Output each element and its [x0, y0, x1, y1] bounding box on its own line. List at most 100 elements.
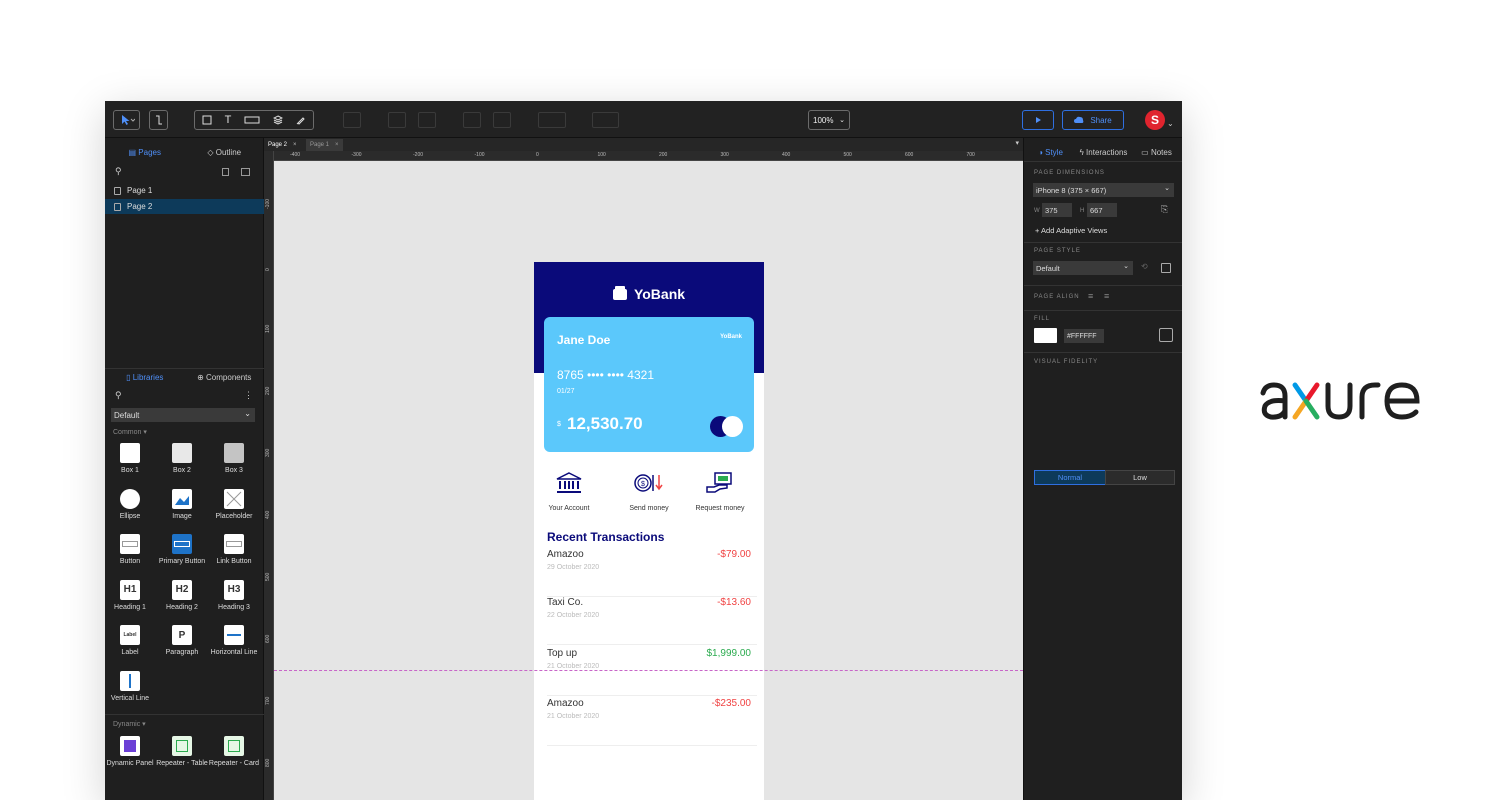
- ruler-tick-label: 200: [659, 152, 668, 158]
- align-icon[interactable]: [493, 112, 511, 128]
- tab-outline[interactable]: ◇ Outline: [185, 148, 265, 157]
- fill-color-swatch[interactable]: [1034, 328, 1057, 343]
- tab-interactions[interactable]: ϟ Interactions: [1077, 148, 1130, 157]
- canvas-area[interactable]: Page 2 × Page 1 × ▾ -400 -300 -200 -100 0 100…: [264, 138, 1023, 800]
- reset-style-icon[interactable]: ⟲: [1141, 262, 1148, 271]
- paragraph-icon: P: [172, 625, 192, 645]
- transaction-amount: $1,999.00: [706, 648, 752, 659]
- tab-style[interactable]: ◑ Style: [1024, 148, 1077, 157]
- dynamic-section-label[interactable]: Dynamic ▾: [113, 720, 146, 728]
- widget-link-button[interactable]: Link Button: [208, 534, 260, 574]
- insert-tools-group[interactable]: T: [194, 110, 314, 130]
- tab-page-1[interactable]: Page 1 ×: [306, 139, 343, 151]
- edit-style-icon[interactable]: [1161, 263, 1171, 273]
- your-account-action[interactable]: Your Account: [534, 472, 604, 512]
- close-icon[interactable]: ×: [335, 142, 339, 148]
- search-icon[interactable]: ⚲: [115, 390, 122, 401]
- ellipse-icon: [120, 488, 140, 509]
- ungroup-icon[interactable]: [418, 112, 436, 128]
- chevron-down-icon[interactable]: ⌄: [1167, 119, 1174, 128]
- fill-image-icon[interactable]: [1159, 328, 1173, 342]
- widget-heading-2[interactable]: H2 Heading 2: [156, 579, 208, 620]
- ruler-tick-label: 300: [265, 448, 271, 457]
- widget-repeater-table[interactable]: Repeater - Table: [156, 736, 208, 776]
- chevron-down-icon[interactable]: ▾: [1015, 139, 1019, 147]
- select-tool-button[interactable]: [113, 110, 140, 130]
- bank-card[interactable]: Jane Doe YoBank 8765 •••• •••• 4321 01/2…: [544, 317, 754, 452]
- align-left-icon[interactable]: ≡: [1088, 291, 1093, 301]
- align-center-icon[interactable]: ≡: [1104, 291, 1109, 301]
- tab-pages[interactable]: ▤ Pages: [105, 148, 185, 157]
- library-select[interactable]: Default ⌄: [111, 408, 255, 422]
- close-icon[interactable]: ×: [293, 142, 297, 148]
- transaction-row[interactable]: Top up 21 October 2020 $1,999.00: [547, 648, 757, 696]
- widget-vertical-line[interactable]: Vertical Line: [105, 670, 156, 711]
- tab-page-2[interactable]: Page 2 ×: [264, 139, 301, 151]
- widget-box-1[interactable]: Box 1: [105, 443, 156, 483]
- fill-label: FILL: [1034, 316, 1051, 322]
- group-icon[interactable]: [388, 112, 406, 128]
- common-section-label[interactable]: Common ▾: [113, 428, 147, 436]
- widget-dynamic-panel[interactable]: Dynamic Panel: [105, 736, 156, 776]
- distribute-icon[interactable]: [463, 112, 481, 128]
- add-page-icon[interactable]: [222, 168, 229, 176]
- more-options-icon[interactable]: ⋮: [244, 390, 253, 401]
- user-avatar[interactable]: S: [1145, 110, 1165, 130]
- add-adaptive-views-link[interactable]: + Add Adaptive Views: [1035, 226, 1107, 235]
- widget-heading-1[interactable]: H1 Heading 1: [105, 579, 156, 620]
- page-style-select[interactable]: Default ⌄: [1033, 261, 1133, 275]
- page-item-2[interactable]: Page 2: [105, 199, 264, 214]
- widget-horizontal-line[interactable]: Horizontal Line: [208, 625, 260, 665]
- zoom-select[interactable]: 100% ⌄: [808, 110, 850, 130]
- transaction-row[interactable]: Amazoo 29 October 2020 -$79.00: [547, 549, 757, 597]
- text-icon: T: [224, 114, 232, 126]
- crop-icon[interactable]: [343, 112, 361, 128]
- tab-notes[interactable]: ▭ Notes: [1130, 148, 1182, 157]
- guide-line[interactable]: [274, 670, 1023, 671]
- share-button[interactable]: Share: [1062, 110, 1124, 130]
- width-field[interactable]: 375: [1042, 203, 1072, 217]
- widget-button[interactable]: Button: [105, 534, 156, 574]
- widget-paragraph[interactable]: P Paragraph: [156, 625, 208, 665]
- primary-button-icon: [172, 534, 192, 554]
- fill-hex-field[interactable]: #FFFFFF: [1064, 329, 1104, 343]
- cloud-icon: [1074, 116, 1084, 123]
- widget-label: Button: [119, 558, 141, 565]
- request-money-action[interactable]: Request money: [685, 472, 755, 512]
- spacing-icon[interactable]: [592, 112, 619, 128]
- transaction-row[interactable]: Taxi Co. 22 October 2020 -$13.60: [547, 597, 757, 645]
- ruler-tick-label: 400: [265, 510, 271, 519]
- arrange-icon[interactable]: [538, 112, 566, 128]
- page-item-1[interactable]: Page 1: [105, 183, 264, 198]
- tab-libraries[interactable]: ▯ Libraries: [105, 373, 185, 382]
- send-money-action[interactable]: $ Send money: [614, 472, 684, 512]
- widget-label: Vertical Line: [110, 694, 150, 702]
- add-folder-icon[interactable]: [241, 168, 250, 176]
- card-toggle[interactable]: [709, 416, 743, 437]
- fidelity-low-button[interactable]: Low: [1105, 470, 1175, 485]
- widget-ellipse[interactable]: Ellipse: [105, 488, 156, 529]
- send-money-icon: $: [634, 474, 663, 492]
- page-dimensions-select[interactable]: iPhone 8 (375 × 667) ⌄: [1033, 183, 1174, 197]
- widget-label[interactable]: Label Label: [105, 625, 156, 665]
- ruler-tick-label: -100: [474, 152, 485, 158]
- preview-button[interactable]: [1022, 110, 1054, 130]
- tab-components[interactable]: ⊕ Components: [185, 373, 265, 382]
- widget-heading-3[interactable]: H3 Heading 3: [208, 579, 260, 620]
- fidelity-normal-button[interactable]: Normal: [1034, 470, 1106, 485]
- widget-repeater-card[interactable]: Repeater - Card: [208, 736, 260, 776]
- connector-tool-button[interactable]: [149, 110, 168, 130]
- page-icon: [114, 186, 121, 195]
- widget-primary-button[interactable]: Primary Button: [156, 534, 208, 574]
- button-widget-icon: [244, 116, 260, 124]
- widget-label: Link Button: [216, 558, 252, 565]
- rotate-orientation-icon[interactable]: ⎘: [1161, 204, 1168, 215]
- widget-image[interactable]: Image: [156, 488, 208, 529]
- search-icon[interactable]: ⚲: [115, 166, 122, 177]
- widget-placeholder[interactable]: Placeholder: [208, 488, 260, 529]
- widget-box-2[interactable]: Box 2: [156, 443, 208, 483]
- height-field[interactable]: 667: [1087, 203, 1117, 217]
- transaction-row[interactable]: Amazoo 21 October 2020 -$235.00: [547, 698, 757, 746]
- phone-artboard[interactable]: YoBank Jane Doe YoBank 8765 •••• •••• 43…: [534, 262, 764, 800]
- widget-box-3[interactable]: Box 3: [208, 443, 260, 483]
